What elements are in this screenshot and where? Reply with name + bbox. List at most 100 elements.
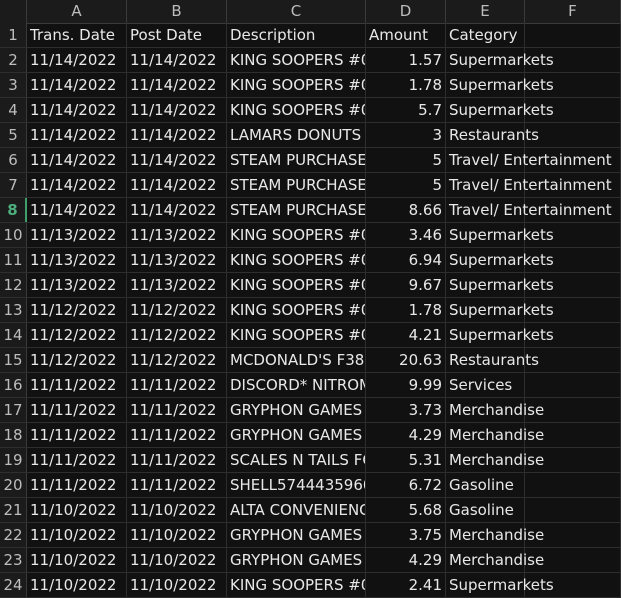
cell-description[interactable]: MCDONALD'S F38 xyxy=(227,348,366,372)
cell-f-empty[interactable] xyxy=(525,298,621,322)
cell-trans-date[interactable]: 11/11/2022 xyxy=(27,423,127,447)
cell-post-date[interactable]: 11/14/2022 xyxy=(127,98,227,122)
row-header[interactable]: 22 xyxy=(0,523,27,547)
cell-trans-date[interactable]: 11/11/2022 xyxy=(27,373,127,397)
cell-description[interactable]: STEAM PURCHASE xyxy=(227,198,366,222)
cell-amount[interactable]: 1.78 xyxy=(366,73,446,97)
cell-f-empty[interactable] xyxy=(525,98,621,122)
cell-category[interactable]: Merchandise xyxy=(446,398,544,422)
cell-trans-date[interactable]: 11/10/2022 xyxy=(27,498,127,522)
cell-description[interactable]: STEAM PURCHASE xyxy=(227,148,366,172)
cell-f-empty[interactable] xyxy=(525,73,621,97)
cell-amount[interactable]: 8.66 xyxy=(366,198,446,222)
cell-amount[interactable]: 3.46 xyxy=(366,223,446,247)
cell-category[interactable]: Supermarkets xyxy=(446,248,554,272)
cell-post-date[interactable]: 11/10/2022 xyxy=(127,498,227,522)
cell-trans-date[interactable]: 11/11/2022 xyxy=(27,398,127,422)
cell-trans-date[interactable]: 11/12/2022 xyxy=(27,348,127,372)
row-header[interactable]: 16 xyxy=(0,373,27,397)
cell-amount[interactable]: 9.99 xyxy=(366,373,446,397)
cell-post-date[interactable]: 11/13/2022 xyxy=(127,273,227,297)
row-header[interactable]: 5 xyxy=(0,123,27,147)
cell-f-empty[interactable] xyxy=(525,273,621,297)
column-header-a[interactable]: A xyxy=(27,0,127,23)
cell-category[interactable]: Travel/ Entertainment xyxy=(446,148,612,172)
cell-post-date[interactable]: 11/10/2022 xyxy=(127,573,227,597)
cell-f-empty[interactable] xyxy=(525,173,621,197)
cell-category[interactable]: Supermarkets xyxy=(446,573,554,597)
row-header[interactable]: 4 xyxy=(0,98,27,122)
select-all-corner[interactable] xyxy=(0,0,27,23)
spreadsheet-grid[interactable]: A B C D E F 1 Trans. Date Post Date Desc… xyxy=(0,0,621,598)
cell-f-empty[interactable] xyxy=(525,398,621,422)
cell-description[interactable]: KING SOOPERS #00 xyxy=(227,323,366,347)
row-header[interactable]: 10 xyxy=(0,223,27,247)
cell-description[interactable]: KING SOOPERS #00 xyxy=(227,248,366,272)
cell-f-empty[interactable] xyxy=(525,548,621,572)
cell-f-empty[interactable] xyxy=(525,498,621,522)
cell-category[interactable]: Supermarkets xyxy=(446,273,554,297)
cell-amount[interactable]: 6.94 xyxy=(366,248,446,272)
cell-post-date[interactable]: 11/14/2022 xyxy=(127,198,227,222)
cell-post-date[interactable]: 11/12/2022 xyxy=(127,323,227,347)
cell-category[interactable]: Travel/ Entertainment xyxy=(446,198,612,222)
cell-category[interactable]: Merchandise xyxy=(446,423,544,447)
cell-post-date[interactable]: 11/11/2022 xyxy=(127,373,227,397)
cell-trans-date[interactable]: 11/14/2022 xyxy=(27,98,127,122)
cell-description[interactable]: KING SOOPERS #00 xyxy=(227,298,366,322)
cell-description[interactable]: GRYPHON GAMES xyxy=(227,398,366,422)
row-header[interactable]: 12 xyxy=(0,273,27,297)
row-header[interactable]: 17 xyxy=(0,398,27,422)
cell-post-date[interactable]: 11/11/2022 xyxy=(127,448,227,472)
cell-trans-date[interactable]: 11/14/2022 xyxy=(27,198,127,222)
cell-f-empty[interactable] xyxy=(525,323,621,347)
cell-description[interactable]: KING SOOPERS #00 xyxy=(227,223,366,247)
cell-trans-date[interactable]: 11/10/2022 xyxy=(27,523,127,547)
cell-post-date[interactable]: 11/14/2022 xyxy=(127,73,227,97)
cell-post-date[interactable]: 11/11/2022 xyxy=(127,398,227,422)
cell-amount[interactable]: 4.21 xyxy=(366,323,446,347)
cell-amount-header[interactable]: Amount xyxy=(366,23,446,47)
row-header[interactable]: 19 xyxy=(0,448,27,472)
cell-post-date[interactable]: 11/14/2022 xyxy=(127,148,227,172)
cell-post-date[interactable]: 11/10/2022 xyxy=(127,523,227,547)
cell-post-date[interactable]: 11/14/2022 xyxy=(127,48,227,72)
cell-description[interactable]: KING SOOPERS #00 xyxy=(227,98,366,122)
row-header[interactable]: 21 xyxy=(0,498,27,522)
cell-trans-date[interactable]: 11/10/2022 xyxy=(27,548,127,572)
cell-f-empty[interactable] xyxy=(525,198,621,222)
cell-trans-date[interactable]: 11/12/2022 xyxy=(27,323,127,347)
row-header[interactable]: 24 xyxy=(0,573,27,597)
cell-amount[interactable]: 2.41 xyxy=(366,573,446,597)
cell-description[interactable]: SHELL5744435960 xyxy=(227,473,366,497)
cell-amount[interactable]: 20.63 xyxy=(366,348,446,372)
column-header-b[interactable]: B xyxy=(127,0,227,23)
cell-f-empty[interactable] xyxy=(525,123,621,147)
cell-category[interactable]: Supermarkets xyxy=(446,73,554,97)
cell-post-date[interactable]: 11/14/2022 xyxy=(127,173,227,197)
cell-category[interactable]: Supermarkets xyxy=(446,223,554,247)
row-header[interactable]: 3 xyxy=(0,73,27,97)
cell-amount[interactable]: 5.31 xyxy=(366,448,446,472)
cell-trans-date[interactable]: 11/13/2022 xyxy=(27,248,127,272)
cell-category[interactable]: Supermarkets xyxy=(446,298,554,322)
cell-trans-date[interactable]: 11/14/2022 xyxy=(27,173,127,197)
cell-category-header[interactable]: Category xyxy=(446,23,525,47)
cell-description[interactable]: GRYPHON GAMES xyxy=(227,423,366,447)
cell-amount[interactable]: 9.67 xyxy=(366,273,446,297)
cell-description[interactable]: KING SOOPERS #00 xyxy=(227,48,366,72)
cell-description[interactable]: KING SOOPERS #00 xyxy=(227,273,366,297)
row-header[interactable]: 1 xyxy=(0,23,27,47)
cell-trans-date[interactable]: 11/14/2022 xyxy=(27,73,127,97)
cell-f-empty[interactable] xyxy=(525,223,621,247)
cell-post-date[interactable]: 11/11/2022 xyxy=(127,423,227,447)
column-header-f[interactable]: F xyxy=(525,0,621,23)
row-header[interactable]: 18 xyxy=(0,423,27,447)
cell-amount[interactable]: 3 xyxy=(366,123,446,147)
cell-trans-date[interactable]: 11/14/2022 xyxy=(27,48,127,72)
column-header-e[interactable]: E xyxy=(446,0,525,23)
cell-f-empty[interactable] xyxy=(525,23,621,47)
cell-f-empty[interactable] xyxy=(525,573,621,597)
cell-post-date[interactable]: 11/12/2022 xyxy=(127,348,227,372)
cell-trans-date[interactable]: 11/11/2022 xyxy=(27,473,127,497)
